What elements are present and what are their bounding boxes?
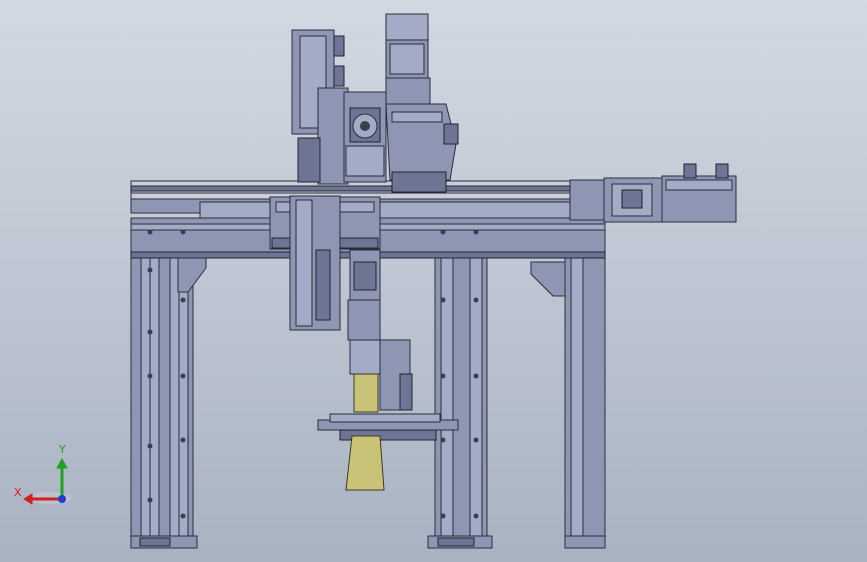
top-gearhead[interactable] [385, 13, 459, 193]
rail-end-motor[interactable] [603, 163, 737, 223]
vertical-slide-assembly[interactable] [289, 29, 349, 331]
cad-model-drawing[interactable]: X Y [0, 0, 867, 562]
right-column[interactable] [530, 257, 606, 549]
inner-left-column[interactable] [427, 211, 493, 549]
top-gearbox[interactable] [343, 91, 387, 183]
coordinate-triad-icon: X Y [14, 443, 72, 505]
triad-y-label: Y [58, 443, 66, 456]
cad-viewport[interactable]: X Y [0, 0, 867, 562]
triad-x-label: X [14, 486, 22, 499]
